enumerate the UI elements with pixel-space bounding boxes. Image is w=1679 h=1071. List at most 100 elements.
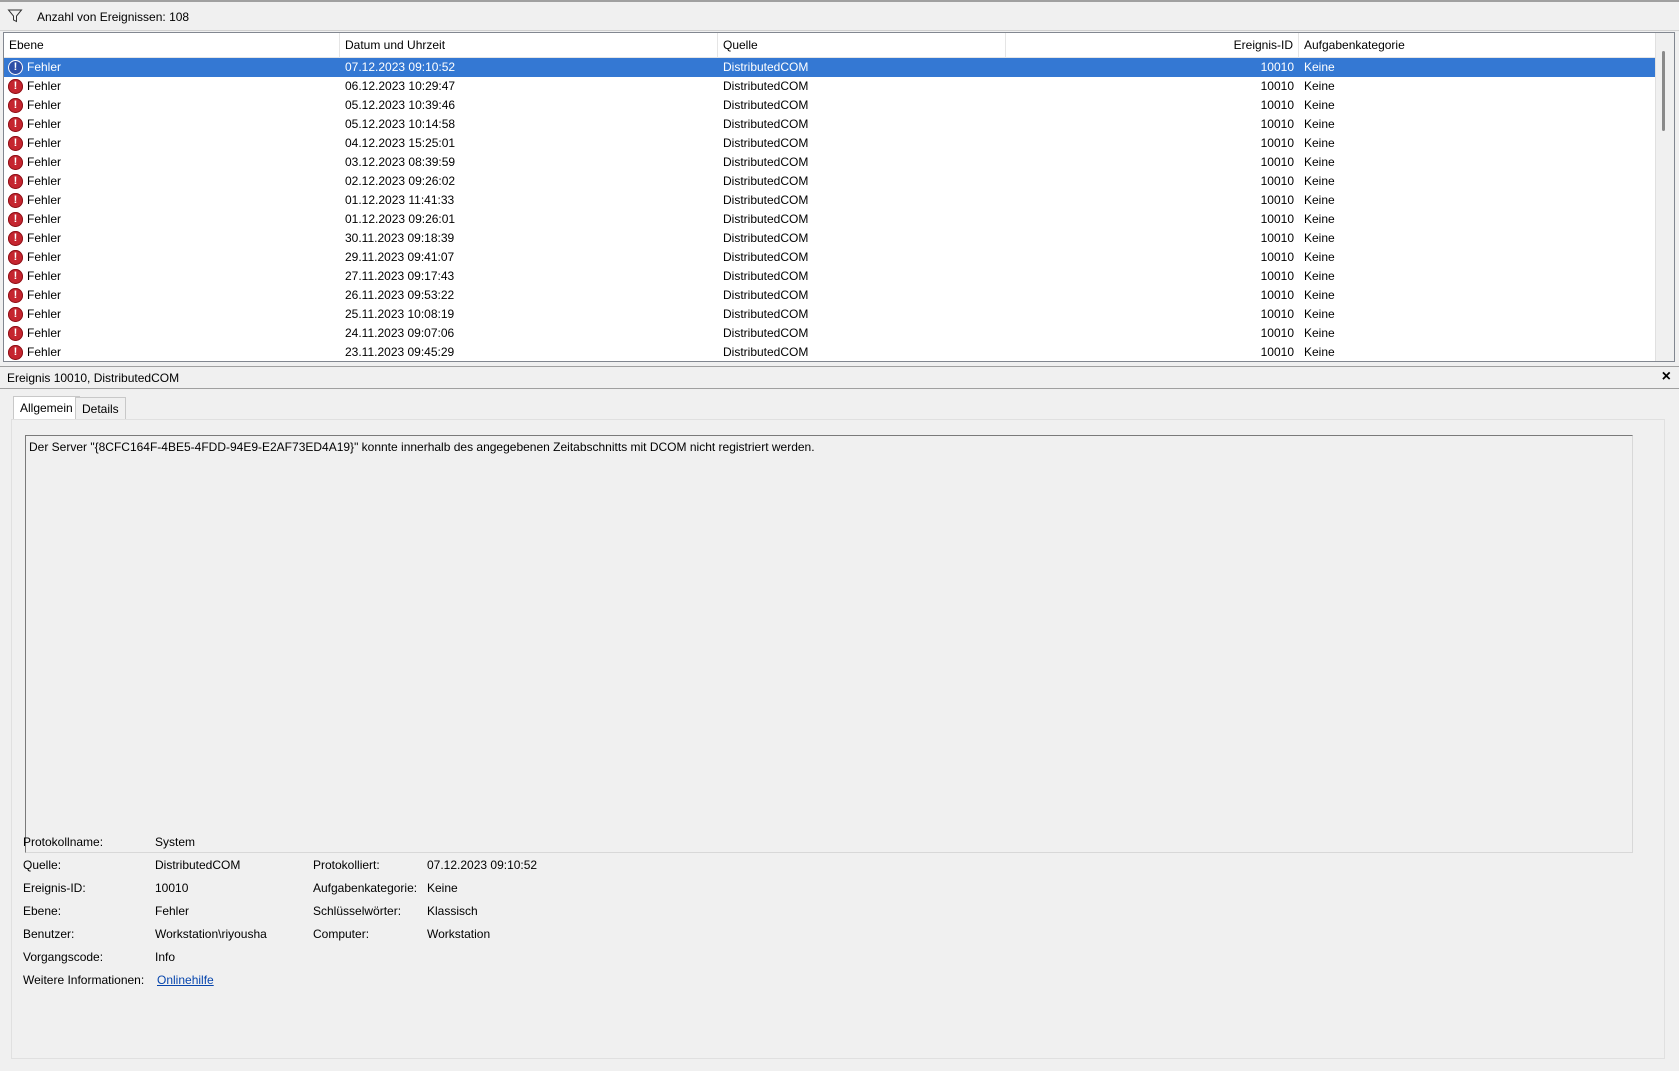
value-vorgangscode: Info: [155, 950, 176, 964]
filter-bar: Anzahl von Ereignissen: 108: [0, 0, 1679, 31]
table-row[interactable]: Fehler 05.12.2023 10:39:46 DistributedCOM 1…: [4, 96, 1656, 115]
cell-ebene: Fehler: [27, 269, 62, 283]
table-row[interactable]: Fehler 02.12.2023 09:26:02 DistributedCOM 1…: [4, 172, 1656, 191]
cell-ereignis-id: 10010: [1260, 79, 1294, 93]
cell-ebene: Fehler: [27, 288, 62, 302]
close-icon[interactable]: ×: [1662, 368, 1671, 386]
cell-aufgabenkategorie: Keine: [1304, 174, 1335, 188]
cell-aufgabenkategorie: Keine: [1304, 326, 1335, 340]
cell-ebene: Fehler: [27, 250, 62, 264]
cell-datum: 02.12.2023 09:26:02: [345, 174, 456, 188]
table-row[interactable]: Fehler 07.12.2023 09:10:52 DistributedCOM 1…: [4, 58, 1656, 77]
label-schluesselwoerter: Schlüsselwörter:: [313, 904, 402, 918]
error-icon: [8, 345, 23, 360]
value-benutzer: Workstation\riyousha: [155, 927, 267, 941]
cell-datum: 23.11.2023 09:45:29: [345, 345, 455, 359]
cell-ereignis-id: 10010: [1260, 307, 1294, 321]
cell-ebene: Fehler: [27, 98, 62, 112]
label-ereignis-id: Ereignis-ID:: [23, 881, 86, 895]
events-table[interactable]: Ebene Datum und Uhrzeit Quelle Ereignis-…: [3, 32, 1675, 362]
table-row[interactable]: Fehler 25.11.2023 10:08:19 DistributedCOM 1…: [4, 305, 1656, 324]
column-header-aufgabenkategorie[interactable]: Aufgabenkategorie: [1299, 33, 1656, 57]
error-icon: [8, 307, 23, 322]
cell-quelle: DistributedCOM: [723, 117, 809, 131]
cell-datum: 27.11.2023 09:17:43: [345, 269, 455, 283]
table-row[interactable]: Fehler 01.12.2023 11:41:33 DistributedCOM 1…: [4, 191, 1656, 210]
table-row[interactable]: Fehler 27.11.2023 09:17:43 DistributedCOM 1…: [4, 267, 1656, 286]
table-row[interactable]: Fehler 26.11.2023 09:53:22 DistributedCOM 1…: [4, 286, 1656, 305]
cell-quelle: DistributedCOM: [723, 250, 809, 264]
cell-ereignis-id: 10010: [1260, 155, 1294, 169]
cell-datum: 01.12.2023 09:26:01: [345, 212, 456, 226]
table-row[interactable]: Fehler 04.12.2023 15:25:01 DistributedCOM 1…: [4, 134, 1656, 153]
cell-aufgabenkategorie: Keine: [1304, 212, 1335, 226]
cell-quelle: DistributedCOM: [723, 231, 809, 245]
event-description[interactable]: Der Server "{8CFC164F-4BE5-4FDD-94E9-E2A…: [25, 435, 1633, 853]
table-header: Ebene Datum und Uhrzeit Quelle Ereignis-…: [4, 33, 1656, 58]
label-quelle: Quelle:: [23, 858, 62, 872]
value-computer: Workstation: [427, 927, 491, 941]
error-icon: [8, 98, 23, 113]
cell-ereignis-id: 10010: [1260, 193, 1294, 207]
cell-quelle: DistributedCOM: [723, 98, 809, 112]
table-row[interactable]: Fehler 06.12.2023 10:29:47 DistributedCOM 1…: [4, 77, 1656, 96]
tab-details[interactable]: Details: [75, 397, 126, 419]
cell-quelle: DistributedCOM: [723, 269, 809, 283]
cell-ebene: Fehler: [27, 155, 62, 169]
cell-datum: 26.11.2023 09:53:22: [345, 288, 455, 302]
filter-icon[interactable]: [7, 8, 23, 24]
cell-quelle: DistributedCOM: [723, 307, 809, 321]
value-ebene: Fehler: [155, 904, 190, 918]
cell-aufgabenkategorie: Keine: [1304, 288, 1335, 302]
cell-aufgabenkategorie: Keine: [1304, 79, 1335, 93]
scrollbar-thumb[interactable]: [1662, 51, 1665, 131]
label-protokollname: Protokollname:: [23, 835, 104, 849]
table-row[interactable]: Fehler 23.11.2023 09:45:29 DistributedCOM 1…: [4, 343, 1656, 361]
table-row[interactable]: Fehler 29.11.2023 09:41:07 DistributedCOM 1…: [4, 248, 1656, 267]
cell-quelle: DistributedCOM: [723, 136, 809, 150]
cell-ereignis-id: 10010: [1260, 250, 1294, 264]
value-aufgabenkategorie: Keine: [427, 881, 458, 895]
column-header-datum[interactable]: Datum und Uhrzeit: [340, 33, 718, 57]
cell-datum: 06.12.2023 10:29:47: [345, 79, 456, 93]
error-icon: [8, 60, 23, 75]
cell-quelle: DistributedCOM: [723, 60, 809, 74]
column-header-ebene[interactable]: Ebene: [4, 33, 340, 57]
label-benutzer: Benutzer:: [23, 927, 75, 941]
table-row[interactable]: Fehler 24.11.2023 09:07:06 DistributedCOM 1…: [4, 324, 1656, 343]
cell-ereignis-id: 10010: [1260, 174, 1294, 188]
detail-header: Ereignis 10010, DistributedCOM ×: [0, 366, 1679, 389]
cell-ereignis-id: 10010: [1260, 212, 1294, 226]
table-row[interactable]: Fehler 01.12.2023 09:26:01 DistributedCOM 1…: [4, 210, 1656, 229]
cell-datum: 24.11.2023 09:07:06: [345, 326, 455, 340]
value-schluesselwoerter: Klassisch: [427, 904, 478, 918]
tab-allgemein[interactable]: Allgemein: [13, 396, 80, 420]
cell-aufgabenkategorie: Keine: [1304, 231, 1335, 245]
detail-title: Ereignis 10010, DistributedCOM: [7, 371, 180, 385]
error-icon: [8, 193, 23, 208]
label-aufgabenkategorie: Aufgabenkategorie:: [313, 881, 418, 895]
cell-aufgabenkategorie: Keine: [1304, 60, 1335, 74]
error-icon: [8, 155, 23, 170]
cell-ebene: Fehler: [27, 307, 62, 321]
cell-ereignis-id: 10010: [1260, 345, 1294, 359]
cell-ebene: Fehler: [27, 79, 62, 93]
label-vorgangscode: Vorgangscode:: [23, 950, 104, 964]
onlinehilfe-link[interactable]: Onlinehilfe: [157, 973, 214, 987]
cell-ereignis-id: 10010: [1260, 60, 1294, 74]
table-scrollbar[interactable]: [1655, 33, 1674, 361]
label-protokolliert: Protokolliert:: [313, 858, 380, 872]
table-row[interactable]: Fehler 30.11.2023 09:18:39 DistributedCOM 1…: [4, 229, 1656, 248]
value-ereignis-id: 10010: [155, 881, 189, 895]
cell-ebene: Fehler: [27, 117, 62, 131]
cell-ebene: Fehler: [27, 174, 62, 188]
column-header-ereignis-id[interactable]: Ereignis-ID: [1006, 33, 1299, 57]
table-row[interactable]: Fehler 03.12.2023 08:39:59 DistributedCOM 1…: [4, 153, 1656, 172]
column-header-quelle[interactable]: Quelle: [718, 33, 1006, 57]
cell-aufgabenkategorie: Keine: [1304, 98, 1335, 112]
cell-datum: 25.11.2023 10:08:19: [345, 307, 455, 321]
table-row[interactable]: Fehler 05.12.2023 10:14:58 DistributedCOM 1…: [4, 115, 1656, 134]
error-icon: [8, 174, 23, 189]
table-rows: Fehler 07.12.2023 09:10:52 DistributedCOM 1…: [4, 58, 1656, 361]
cell-ereignis-id: 10010: [1260, 136, 1294, 150]
